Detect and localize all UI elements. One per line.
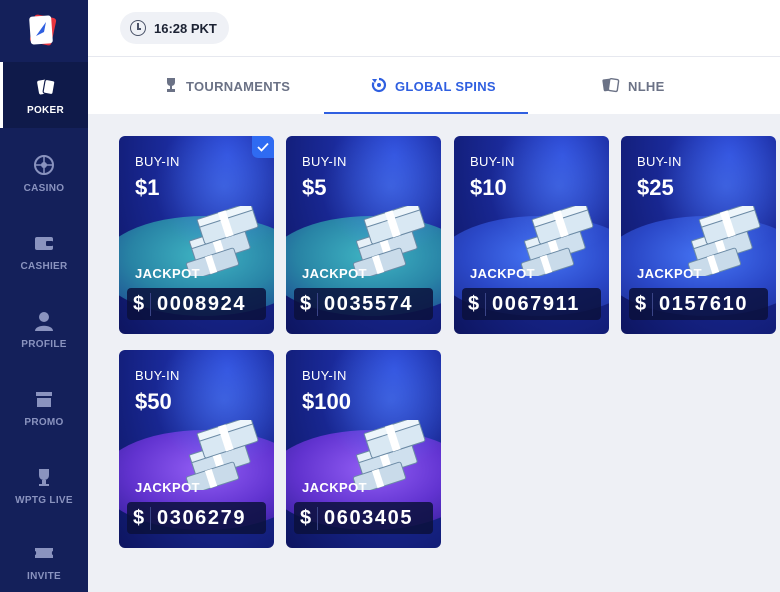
sidebar-item-cashier[interactable]: CASHIER xyxy=(0,218,88,284)
game-tabs: TOURNAMENTS GLOBAL SPINS NLHE xyxy=(88,56,780,114)
currency-symbol: $ xyxy=(127,506,151,530)
sidebar-item-invite[interactable]: INVITE xyxy=(0,528,88,592)
tab-label: GLOBAL SPINS xyxy=(395,78,496,94)
currency-symbol: $ xyxy=(462,292,486,316)
jackpot-value: 0603405 xyxy=(324,506,414,529)
trophy-icon xyxy=(32,465,56,489)
spin-card-4[interactable]: BUY-IN $25 JACKPOT $ 0157610 xyxy=(621,136,776,334)
jackpot-label: JACKPOT xyxy=(135,266,200,281)
spin-card-2[interactable]: BUY-IN $5 JACKPOT $ 0035574 xyxy=(286,136,441,334)
sidebar-item-profile[interactable]: PROFILE xyxy=(0,296,88,362)
sidebar-item-label: POKER xyxy=(26,104,65,116)
jackpot-label: JACKPOT xyxy=(302,480,367,495)
jackpot-counter: $ 0157610 xyxy=(629,288,768,320)
buyin-label: BUY-IN xyxy=(470,154,515,169)
spin-card-6[interactable]: BUY-IN $100 JACKPOT $ 0603405 xyxy=(286,350,441,548)
buyin-value: $100 xyxy=(302,389,351,414)
gift-icon xyxy=(32,387,56,411)
time-display: 16:28 PKT xyxy=(120,12,229,44)
currency-symbol: $ xyxy=(294,506,318,530)
roulette-icon xyxy=(32,153,56,177)
app-logo[interactable] xyxy=(24,10,64,50)
buyin-value: $10 xyxy=(470,175,507,200)
sidebar-item-label: INVITE xyxy=(26,570,62,582)
currency-symbol: $ xyxy=(294,292,318,316)
jackpot-label: JACKPOT xyxy=(470,266,535,281)
clock-icon xyxy=(130,20,146,36)
jackpot-label: JACKPOT xyxy=(135,480,200,495)
jackpot-counter: $ 0306279 xyxy=(127,502,266,534)
tab-tournaments[interactable]: TOURNAMENTS xyxy=(164,57,290,115)
tab-nlhe[interactable]: NLHE xyxy=(602,57,665,115)
jackpot-counter: $ 0035574 xyxy=(294,288,433,320)
buyin-label: BUY-IN xyxy=(637,154,682,169)
spin-icon xyxy=(371,77,387,96)
tab-label: TOURNAMENTS xyxy=(186,78,291,94)
sidebar-item-label: PROFILE xyxy=(21,338,67,350)
buyin-value: $50 xyxy=(135,389,172,414)
currency-symbol: $ xyxy=(127,292,151,316)
jackpot-value: 0035574 xyxy=(324,292,414,315)
jackpot-label: JACKPOT xyxy=(302,266,367,281)
currency-symbol: $ xyxy=(629,292,653,316)
sidebar-item-label: WPTG LIVE xyxy=(15,494,73,506)
sidebar: POKER CASINO CASHIER PROFILE PROMO WPTG … xyxy=(0,0,88,592)
jackpot-counter: $ 0067911 xyxy=(462,288,601,320)
trophy-icon xyxy=(164,77,178,96)
buyin-value: $1 xyxy=(135,175,160,200)
sidebar-item-promo[interactable]: PROMO xyxy=(0,374,88,440)
jackpot-counter: $ 0008924 xyxy=(127,288,266,320)
sidebar-item-label: PROMO xyxy=(24,416,64,428)
jackpot-counter: $ 0603405 xyxy=(294,502,433,534)
poker-cards-icon xyxy=(34,75,58,99)
jackpot-value: 0067911 xyxy=(492,292,580,315)
active-tab-indicator xyxy=(324,112,528,114)
tab-label: NLHE xyxy=(628,78,665,94)
cards-icon xyxy=(602,77,620,96)
time-text: 16:28 PKT xyxy=(154,20,217,36)
buyin-value: $25 xyxy=(637,175,674,200)
spin-card-3[interactable]: BUY-IN $10 JACKPOT $ 0067911 xyxy=(454,136,609,334)
jackpot-value: 0157610 xyxy=(659,292,749,315)
sidebar-item-label: CASHIER xyxy=(20,260,68,272)
buyin-label: BUY-IN xyxy=(135,154,180,169)
jackpot-value: 0306279 xyxy=(157,506,247,529)
jackpot-label: JACKPOT xyxy=(637,266,702,281)
buyin-label: BUY-IN xyxy=(302,154,347,169)
sidebar-item-casino[interactable]: CASINO xyxy=(0,140,88,206)
selected-check-icon xyxy=(252,136,274,158)
sidebar-item-wptg-live[interactable]: WPTG LIVE xyxy=(0,452,88,518)
sidebar-item-label: CASINO xyxy=(23,182,65,194)
spin-card-5[interactable]: BUY-IN $50 JACKPOT $ 0306279 xyxy=(119,350,274,548)
buyin-label: BUY-IN xyxy=(302,368,347,383)
buyin-value: $5 xyxy=(302,175,327,200)
buyin-label: BUY-IN xyxy=(135,368,180,383)
sidebar-item-poker[interactable]: POKER xyxy=(0,62,88,128)
user-icon xyxy=(32,309,56,333)
ticket-icon xyxy=(32,541,56,565)
top-header: 16:28 PKT xyxy=(88,0,780,56)
wallet-icon xyxy=(32,231,56,255)
spin-card-1[interactable]: BUY-IN $1 JACKPOT $ 0008924 xyxy=(119,136,274,334)
jackpot-value: 0008924 xyxy=(157,292,247,315)
tab-global-spins[interactable]: GLOBAL SPINS xyxy=(371,57,496,115)
